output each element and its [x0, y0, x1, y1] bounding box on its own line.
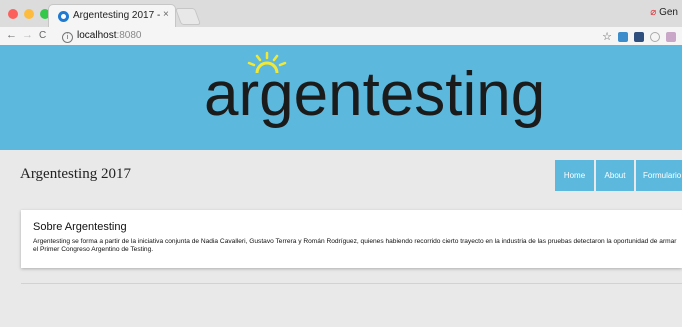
url-host: localhost [77, 30, 117, 41]
toolbar-icons: ☆ [602, 30, 676, 43]
forward-icon[interactable]: → [22, 29, 33, 41]
browser-toolbar: ← → C i localhost:8080 ☆ [0, 27, 682, 46]
logo-text-en: en [293, 60, 363, 129]
hero-banner: argentesting [0, 45, 682, 150]
bookmark-star-icon[interactable]: ☆ [602, 30, 612, 43]
window-controls [8, 9, 50, 19]
address-bar[interactable]: i localhost:8080 [62, 30, 142, 43]
site-title: Argentesting 2017 [20, 166, 131, 182]
about-card: Sobre Argentesting Argentesting se forma… [21, 210, 682, 268]
logo-text-testing: testing [362, 60, 546, 129]
minimize-window-button[interactable] [24, 9, 34, 19]
profile-button[interactable]: ⌀ Gen [650, 7, 678, 18]
section-title: Sobre Argentesting [33, 221, 127, 233]
tab-close-icon[interactable]: × [163, 9, 169, 20]
argentesting-logo: argentesting [204, 64, 545, 126]
info-icon[interactable]: i [62, 32, 73, 43]
extension-icon[interactable] [666, 31, 676, 42]
back-icon[interactable]: ← [6, 29, 17, 41]
extension-icon: ⌀ [650, 7, 657, 18]
browser-tab-bar: Argentesting 2017 - Wbdriver × ⌀ Gen [0, 0, 682, 28]
reload-icon[interactable]: C [39, 30, 46, 41]
close-window-button[interactable] [8, 9, 18, 19]
profile-label: Gen [659, 7, 678, 18]
nav-home-button[interactable]: Home [555, 160, 594, 191]
nav-about-button[interactable]: About [596, 160, 634, 191]
favicon-icon [58, 11, 69, 22]
extension-icon[interactable] [634, 31, 644, 42]
site-header: Argentesting 2017 Home About Formulario [0, 150, 682, 200]
tab-title: Argentesting 2017 - Wbdriver [73, 10, 161, 21]
extension-icon[interactable] [618, 31, 628, 42]
browser-tab[interactable]: Argentesting 2017 - Wbdriver × [48, 4, 176, 27]
nav-formulario-button[interactable]: Formulario [636, 160, 682, 191]
url-port: :8080 [116, 30, 142, 41]
new-tab-button[interactable] [174, 8, 202, 25]
sun-icon [247, 51, 287, 73]
extension-icon[interactable] [650, 31, 660, 42]
divider [21, 283, 682, 284]
section-body: Argentesting se forma a partir de la ini… [33, 238, 677, 253]
